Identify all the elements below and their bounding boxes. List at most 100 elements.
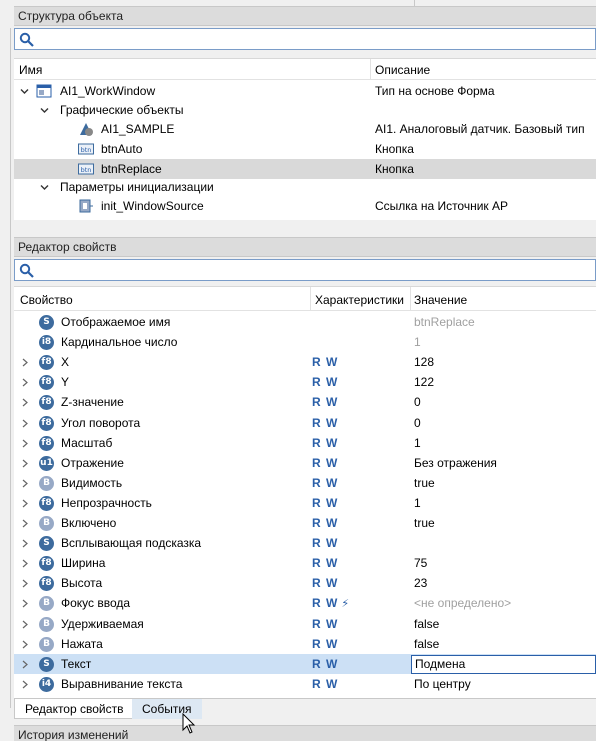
property-value[interactable]: 1 — [414, 332, 421, 352]
svg-text:btn: btn — [81, 146, 92, 154]
chevron-right-icon[interactable] — [21, 539, 29, 548]
chevron-right-icon[interactable] — [21, 680, 29, 689]
property-row[interactable]: B Удерживаемая R W false — [14, 614, 596, 634]
tree-row-graphic-objects[interactable]: Графические объекты — [14, 100, 596, 120]
property-row[interactable]: f8 Z-значение R W 0 — [14, 392, 596, 412]
column-divider[interactable] — [310, 287, 311, 311]
column-characteristics[interactable]: Характеристики — [315, 293, 404, 307]
property-row[interactable]: f8 Угол поворота R W 0 — [14, 413, 596, 433]
chevron-down-icon[interactable] — [40, 106, 49, 115]
property-row[interactable]: u1 Отражение R W Без отражения — [14, 453, 596, 473]
access-flags-text: R W — [312, 475, 339, 490]
tree-row-btnreplace[interactable]: btn btnReplace Кнопка — [14, 159, 596, 179]
tree-row-btnauto[interactable]: btn btnAuto Кнопка — [14, 139, 596, 159]
property-row[interactable]: B Видимость R W true — [14, 473, 596, 493]
tree-row-init-windowsource[interactable]: init_WindowSource Ссылка на Источник АР — [14, 196, 596, 216]
property-value[interactable]: Без отражения — [414, 453, 497, 473]
tree-row-workwindow[interactable]: AI1_WorkWindow Тип на основе Форма — [14, 81, 596, 101]
property-row[interactable]: i8 Кардинальное число 1 — [14, 332, 596, 352]
chevron-right-icon[interactable] — [21, 519, 29, 528]
chevron-down-icon[interactable] — [20, 87, 29, 96]
chevron-right-icon[interactable] — [21, 579, 29, 588]
property-name: Угол поворота — [61, 415, 141, 430]
chevron-right-icon[interactable] — [21, 378, 29, 387]
chevron-right-icon[interactable] — [21, 358, 29, 367]
property-row[interactable]: f8 Непрозрачность R W 1 — [14, 493, 596, 513]
tree-row-init-params[interactable]: Параметры инициализации — [14, 177, 596, 197]
property-name: Включено — [61, 516, 117, 530]
property-value[interactable]: 75 — [414, 553, 427, 573]
property-value[interactable]: false — [414, 614, 439, 634]
access-flags: R W — [312, 433, 338, 453]
tree-item-description: Тип на основе Форма — [375, 84, 495, 98]
property-search-input[interactable] — [14, 259, 596, 281]
chevron-right-icon[interactable] — [21, 620, 29, 629]
window-icon — [36, 84, 52, 98]
access-flags-text: R W — [312, 536, 339, 551]
chevron-right-icon[interactable] — [21, 479, 29, 488]
property-name: Фокус ввода — [61, 596, 131, 611]
property-row[interactable]: B Фокус ввода R W ⚡ <не определено> — [14, 593, 596, 613]
chevron-right-icon[interactable] — [21, 640, 29, 649]
column-property[interactable]: Свойство — [20, 293, 73, 307]
property-value[interactable]: btnReplace — [414, 312, 475, 332]
chevron-right-icon[interactable] — [21, 499, 29, 508]
property-value[interactable]: 1 — [414, 433, 421, 453]
column-name[interactable]: Имя — [19, 63, 42, 77]
property-row[interactable]: S Всплывающая подсказка R W — [14, 533, 596, 553]
column-divider[interactable] — [410, 287, 411, 311]
chevron-right-icon[interactable] — [21, 459, 29, 468]
property-name: Z-значение — [61, 395, 124, 410]
property-row[interactable]: f8 Y R W 122 — [14, 372, 596, 392]
property-value[interactable]: 1 — [414, 493, 421, 513]
chevron-right-icon[interactable] — [21, 419, 29, 428]
type-badge-icon: S — [39, 536, 54, 552]
property-value[interactable]: true — [414, 473, 435, 493]
search-icon — [19, 263, 34, 278]
access-flags-text: R W — [312, 576, 339, 591]
property-value[interactable]: 0 — [414, 413, 421, 433]
tab-property-editor[interactable]: Редактор свойств — [14, 699, 135, 719]
access-flags-text: R W — [312, 415, 339, 430]
property-row[interactable]: f8 Масштаб R W 1 — [14, 433, 596, 453]
property-name: Отображаемое имя — [61, 315, 171, 329]
property-row[interactable]: f8 Ширина R W 75 — [14, 553, 596, 573]
property-row[interactable]: S Текст R W Подмена — [14, 653, 596, 674]
property-row[interactable]: f8 X R W 128 — [14, 352, 596, 372]
type-badge-icon: B — [39, 636, 54, 652]
chevron-right-icon[interactable] — [21, 559, 29, 568]
property-row[interactable]: i4 Выравнивание текста R W По центру — [14, 674, 596, 694]
property-grid-header: Свойство Характеристики Значение — [14, 287, 596, 311]
chevron-down-icon[interactable] — [40, 183, 49, 192]
access-flags: R W — [312, 573, 338, 593]
tree-item-description: Кнопка — [375, 162, 414, 176]
chevron-right-icon[interactable] — [21, 439, 29, 448]
tree-row-ai1-sample[interactable]: AI1_SAMPLE AI1. Аналоговый датчик. Базов… — [14, 119, 596, 139]
column-divider[interactable] — [370, 59, 371, 80]
dock-splitter[interactable] — [10, 28, 11, 708]
property-value[interactable]: 122 — [414, 372, 434, 392]
object-structure-tree[interactable]: Имя Описание AI1_WorkWindow Тип на основ… — [14, 58, 596, 220]
property-row[interactable]: B Нажата R W false — [14, 634, 596, 654]
column-description[interactable]: Описание — [375, 63, 430, 77]
chevron-right-icon[interactable] — [21, 398, 29, 407]
property-value[interactable]: 128 — [414, 352, 434, 372]
property-value[interactable]: <не определено> — [414, 593, 511, 613]
chevron-right-icon[interactable] — [21, 599, 29, 608]
property-value[interactable]: false — [414, 634, 439, 654]
property-row[interactable]: f8 Высота R W 23 — [14, 573, 596, 593]
property-value[interactable]: true — [414, 513, 435, 533]
property-value-input[interactable]: Подмена — [411, 654, 596, 674]
chevron-right-icon[interactable] — [21, 660, 29, 669]
object-structure-search-input[interactable] — [14, 28, 596, 50]
access-flags-text: R W — [312, 616, 339, 631]
property-row[interactable]: B Включено R W true — [14, 513, 596, 533]
property-value[interactable]: 23 — [414, 573, 427, 593]
property-name: Нажата — [61, 636, 103, 651]
property-value[interactable]: 0 — [414, 392, 421, 412]
type-badge-icon: S — [39, 656, 54, 672]
column-value[interactable]: Значение — [414, 293, 467, 307]
property-value[interactable]: По центру — [414, 674, 471, 694]
property-row[interactable]: S Отображаемое имя btnReplace — [14, 312, 596, 332]
property-grid[interactable]: Свойство Характеристики Значение S Отобра… — [14, 286, 596, 698]
